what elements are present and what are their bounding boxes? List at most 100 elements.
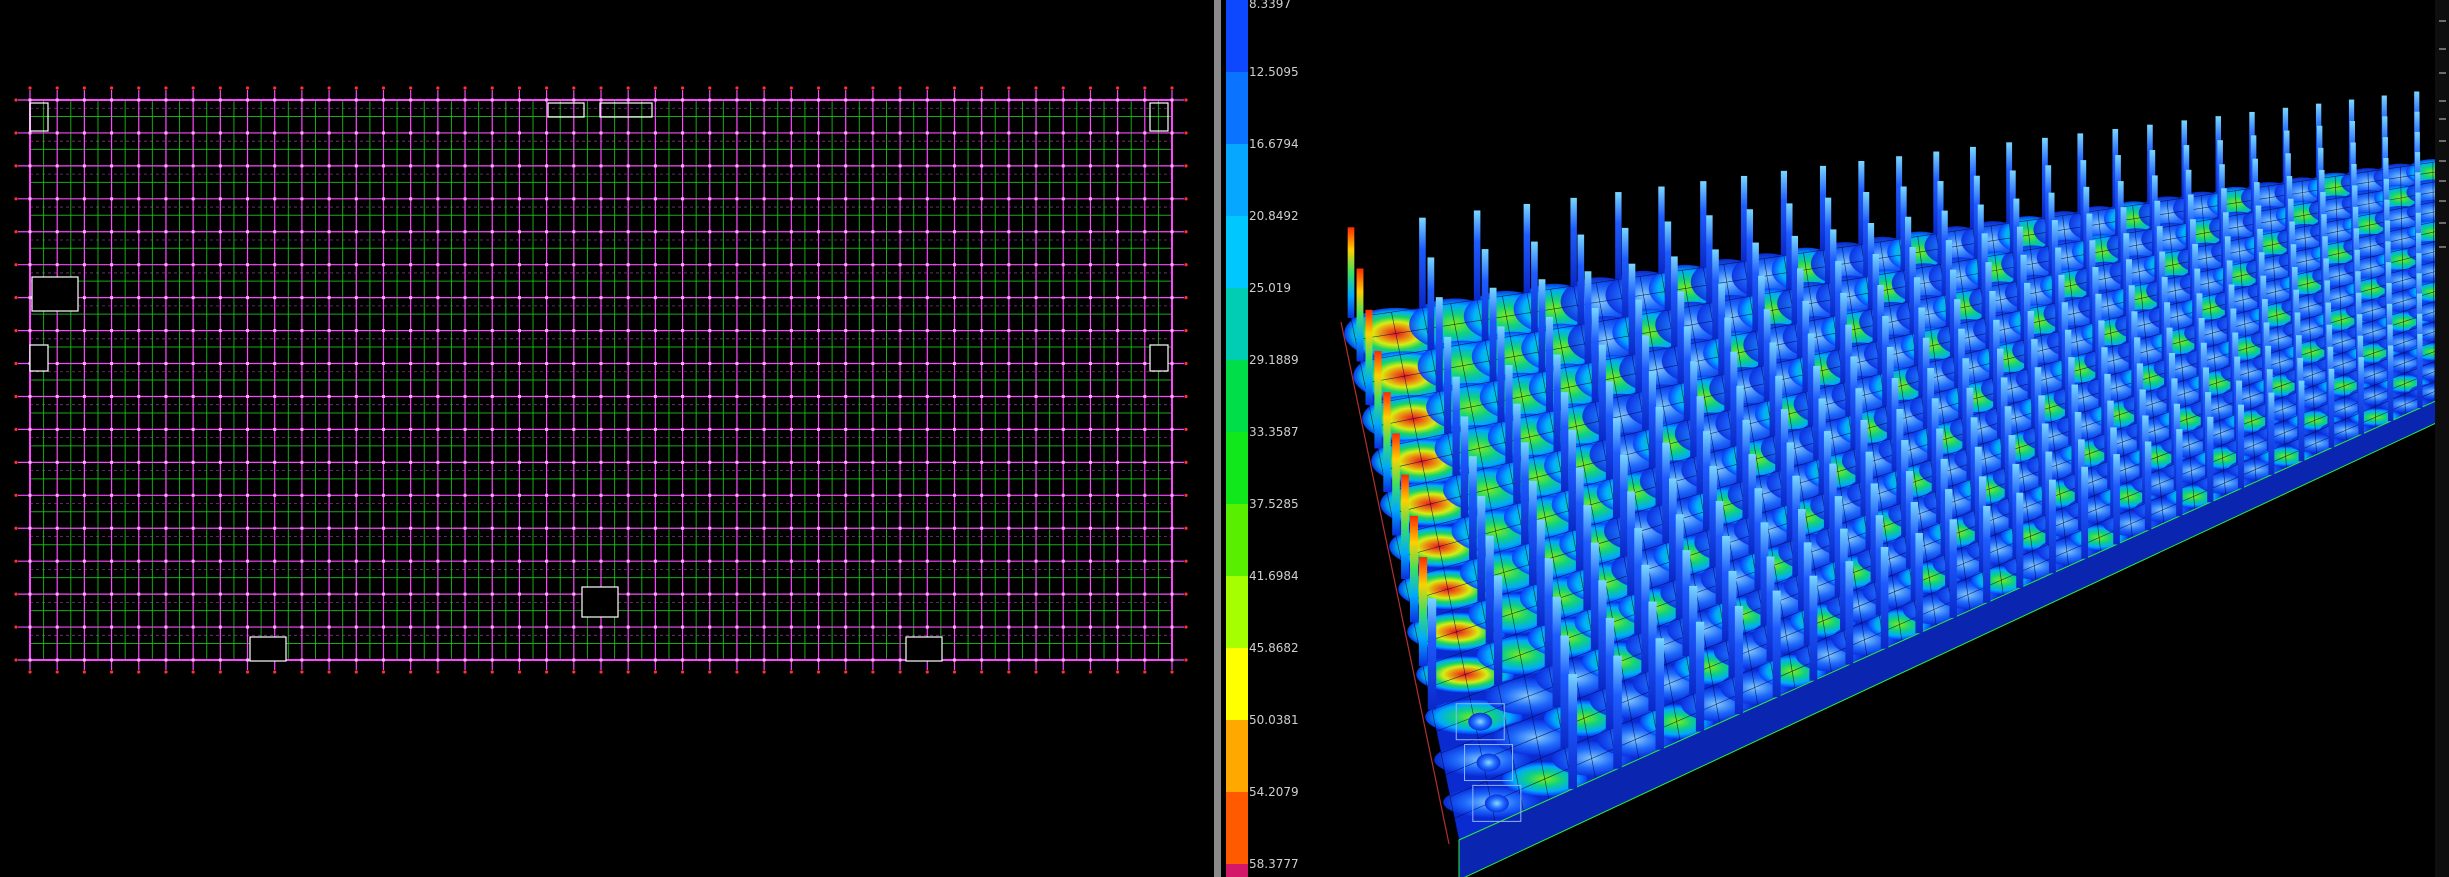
model-3d-viewport[interactable]: 8.3397 12.5095 16.6794 20.8492 25.019 29.1889… (1221, 0, 2449, 877)
column-node (1034, 460, 1038, 464)
column-node (55, 362, 59, 366)
column-node (300, 658, 304, 662)
column-node (980, 197, 984, 201)
grid-axis-tick (218, 670, 222, 674)
column-node (28, 526, 32, 530)
column (1668, 478, 1677, 581)
column-node (681, 625, 685, 629)
legend-value-label: 45.8682 (1249, 641, 1299, 655)
column-node (1034, 98, 1038, 102)
stress-contour-3d-model[interactable] (1221, 0, 2449, 877)
grid-axis-tick (1184, 460, 1188, 464)
grid-axis-tick (1116, 86, 1120, 90)
column-node (980, 658, 984, 662)
column (1752, 242, 1759, 332)
column-node (137, 197, 141, 201)
column-node (599, 296, 603, 300)
column-node (273, 394, 277, 398)
column-node (952, 296, 956, 300)
column-node (708, 164, 712, 168)
column-node (762, 98, 766, 102)
column (1772, 590, 1781, 698)
column (1712, 249, 1719, 339)
column-node (110, 493, 114, 497)
column-node (463, 98, 467, 102)
column-node (82, 460, 86, 464)
column (1521, 442, 1529, 545)
column-node (844, 658, 848, 662)
column-node (817, 460, 821, 464)
column-node (898, 296, 902, 300)
column-node (246, 329, 250, 333)
opening-outline (31, 276, 79, 312)
column-node (1088, 559, 1092, 563)
column-node (327, 230, 331, 234)
column-node (463, 329, 467, 333)
grid-axis-tick (789, 86, 793, 90)
column-node (246, 625, 250, 629)
column-node (28, 625, 32, 629)
column-node (1061, 394, 1065, 398)
column-node (545, 362, 549, 366)
column-node (925, 394, 929, 398)
grid-axis-tick (708, 86, 712, 90)
column-node (1007, 394, 1011, 398)
column (1401, 474, 1409, 579)
column-node (789, 362, 793, 366)
column-node (28, 131, 32, 135)
column (1477, 495, 1486, 602)
legend-swatch (1226, 648, 1248, 720)
column-node (436, 230, 440, 234)
column (2176, 429, 2183, 517)
grid-axis-tick (245, 86, 250, 90)
opening-outline (29, 102, 49, 132)
column-node (762, 329, 766, 333)
column-node (817, 394, 821, 398)
column-node (817, 98, 821, 102)
column (1427, 598, 1437, 710)
column-node (463, 658, 467, 662)
column-node (1061, 230, 1065, 234)
grid-axis-tick (599, 670, 603, 674)
column-node (137, 362, 141, 366)
opening-outline (249, 636, 287, 662)
column-node (871, 98, 875, 102)
column-node (273, 559, 277, 563)
column-node (246, 394, 250, 398)
column-node (463, 296, 467, 300)
grid-axis-tick (517, 86, 522, 90)
column-node (789, 427, 793, 431)
column-node (545, 197, 549, 201)
column (1485, 535, 1494, 644)
side-toolbar-edge[interactable] (2435, 0, 2449, 877)
floor-plan-drawing[interactable] (0, 0, 1214, 877)
column-node (82, 197, 86, 201)
grid-axis-tick (1184, 131, 1188, 135)
column-node (490, 427, 494, 431)
column-node (980, 164, 984, 168)
grid-axis-tick (626, 670, 630, 674)
column-node (735, 493, 739, 497)
column-node (409, 296, 413, 300)
column-node (789, 98, 793, 102)
column-node (246, 131, 250, 135)
grid-axis-tick (680, 86, 685, 90)
column-node (817, 131, 821, 135)
column (1531, 241, 1538, 333)
column-node (925, 460, 929, 464)
column (1809, 575, 1818, 681)
column-node (952, 526, 956, 530)
column (1734, 605, 1744, 715)
column (1577, 234, 1585, 325)
column (1560, 392, 1569, 492)
column-node (327, 362, 331, 366)
column-node (409, 131, 413, 135)
column-node (681, 98, 685, 102)
column-node (354, 460, 358, 464)
viewport-splitter[interactable] (1214, 0, 1221, 877)
column-node (898, 164, 902, 168)
column-node (1034, 197, 1038, 201)
column-node (898, 625, 902, 629)
opening-outline (905, 636, 943, 662)
plan-view-viewport[interactable] (0, 0, 1214, 877)
